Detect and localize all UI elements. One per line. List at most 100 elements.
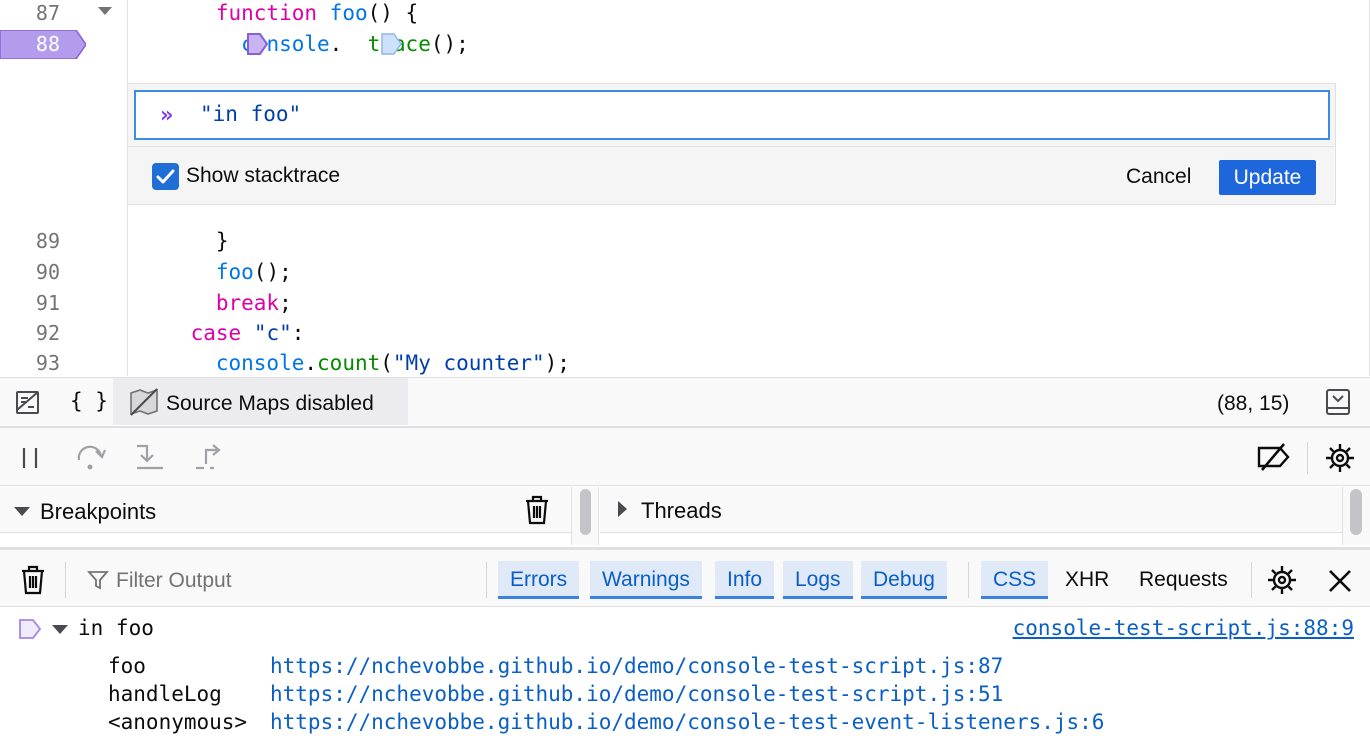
filter-funnel-icon [87, 571, 109, 590]
filter-output-input[interactable]: Filter Output [116, 569, 232, 593]
column-breakpoint-active-icon[interactable] [246, 33, 269, 55]
code-line[interactable]: function foo() { [140, 0, 418, 28]
clear-console-trash-icon[interactable] [18, 564, 48, 596]
line-number[interactable]: 90 [0, 257, 60, 287]
code-punct: (); [253, 260, 292, 284]
scrollbar-thumb[interactable] [580, 489, 591, 535]
code-punct: } [215, 229, 229, 253]
editor-footer: { } Source Maps disabled (88, 15) [0, 377, 1370, 425]
threads-pane-title: Threads [641, 498, 722, 523]
code-punct: ( [380, 351, 393, 375]
stack-frame-link[interactable]: https://nchevobbe.github.io/demo/console… [270, 654, 1003, 678]
code-line[interactable]: } [140, 226, 229, 256]
code-identifier: console [215, 351, 305, 375]
code-method: count [317, 351, 381, 375]
code-line[interactable]: console.count("My counter"); [140, 348, 570, 376]
cursor-position: (88, 15) [1217, 392, 1290, 415]
column-breakpoint-inactive-icon[interactable] [380, 33, 403, 55]
pretty-print-button[interactable]: { } [70, 389, 108, 413]
stack-frame-function: handleLog [108, 682, 222, 706]
expand-triangle-icon[interactable] [52, 625, 68, 634]
deactivate-breakpoints-icon[interactable] [1256, 442, 1292, 472]
toolbar-separator [486, 562, 487, 598]
code-punct: () { [367, 1, 419, 25]
toolbar-separator [65, 562, 66, 598]
code-string: "My counter" [392, 351, 545, 375]
update-button[interactable]: Update [1219, 160, 1316, 195]
filter-errors-button[interactable]: Errors [498, 561, 580, 599]
code-string: "c" [253, 321, 292, 345]
close-icon[interactable] [1326, 567, 1354, 595]
line-number[interactable]: 92 [0, 318, 60, 348]
fold-toggle-icon[interactable] [98, 7, 112, 15]
right-scrollbar[interactable] [1342, 487, 1370, 545]
debugger-settings-gear-icon[interactable] [1323, 441, 1357, 475]
code-identifier: foo [215, 260, 254, 284]
code-keyword: break [215, 291, 280, 315]
filter-xhr-button[interactable]: XHR [1053, 561, 1121, 599]
checkmark-icon [156, 169, 175, 184]
debugger-panes: Breakpoints Threads [0, 487, 1370, 545]
show-stacktrace-checkbox[interactable] [152, 163, 179, 190]
console-settings-gear-icon[interactable] [1265, 563, 1299, 597]
source-maps-label[interactable]: Source Maps disabled [166, 392, 374, 416]
code-punct: . [329, 32, 343, 56]
code-punct: . [304, 351, 318, 375]
step-over-icon[interactable] [74, 442, 108, 472]
console-message-text: in foo [78, 616, 154, 640]
filter-debug-button[interactable]: Debug [861, 561, 947, 599]
remove-all-breakpoints-trash-icon[interactable] [522, 494, 552, 526]
code-punct: (); [430, 32, 469, 56]
line-number[interactable]: 93 [0, 348, 60, 376]
threads-pane-header[interactable]: Threads [600, 487, 1342, 533]
console-toolbar: Filter Output Errors Warnings Info Logs … [0, 547, 1370, 607]
logpoint-panel: » "in foo" Show stacktrace Cancel Update [128, 83, 1336, 205]
code-identifier: foo [329, 1, 368, 25]
breakpoint-line-number[interactable]: 88 [0, 30, 60, 59]
line-number[interactable]: 89 [0, 226, 60, 256]
line-number[interactable]: 91 [0, 288, 60, 318]
filter-requests-button[interactable]: Requests [1127, 561, 1240, 599]
collapsed-triangle-icon [618, 501, 627, 517]
logpoint-expression-input[interactable]: » "in foo" [134, 90, 1330, 140]
stack-frame-function: foo [108, 654, 146, 678]
code-keyword: function [215, 1, 318, 25]
toolbar-separator [1307, 442, 1308, 474]
logpoint-expression: "in foo" [200, 102, 302, 126]
logpoint-footer: Show stacktrace Cancel Update [128, 146, 1334, 206]
filter-css-button[interactable]: CSS [981, 561, 1049, 599]
filter-logs-button[interactable]: Logs [783, 561, 853, 599]
breakpoints-pane-title: Breakpoints [40, 499, 157, 524]
line-number[interactable]: 87 [0, 0, 60, 28]
toolbar-separator [968, 562, 969, 598]
stack-frame-link[interactable]: https://nchevobbe.github.io/demo/console… [270, 710, 1104, 734]
debugger-toolbar [0, 426, 1370, 486]
expand-triangle-icon [14, 507, 30, 516]
logpoint-message-icon [19, 619, 42, 639]
code-punct: ; [279, 291, 292, 315]
stack-frame-link[interactable]: https://nchevobbe.github.io/demo/console… [270, 682, 1003, 706]
blackbox-source-icon[interactable] [14, 388, 42, 416]
code-line[interactable]: foo(); [140, 257, 292, 287]
source-map-disabled-icon [130, 388, 158, 416]
code-punct: : [291, 321, 305, 345]
step-in-icon[interactable] [133, 442, 167, 472]
filter-info-button[interactable]: Info [715, 561, 775, 599]
code-line[interactable]: break; [140, 288, 292, 318]
step-out-icon[interactable] [192, 442, 226, 472]
code-line[interactable]: console. trace(); [140, 29, 469, 59]
show-stacktrace-label[interactable]: Show stacktrace [186, 164, 340, 188]
filter-warnings-button[interactable]: Warnings [590, 561, 702, 599]
code-line[interactable]: case "c": [140, 318, 305, 348]
breakpoints-pane-header[interactable]: Breakpoints [0, 487, 571, 533]
cancel-button[interactable]: Cancel [1116, 160, 1201, 194]
pause-icon[interactable] [18, 445, 42, 471]
message-source-link[interactable]: console-test-script.js:88:9 [1013, 616, 1354, 640]
source-editor[interactable]: 87 function foo() { 88 console. trace();… [0, 0, 1370, 376]
code-punct: ); [544, 351, 570, 375]
toggle-sidebar-icon[interactable] [1325, 388, 1351, 416]
toolbar-separator [1251, 562, 1252, 598]
pane-splitter-scrollbar[interactable] [571, 487, 599, 545]
stack-frame-function: <anonymous> [108, 710, 248, 734]
scrollbar-thumb[interactable] [1350, 489, 1362, 535]
